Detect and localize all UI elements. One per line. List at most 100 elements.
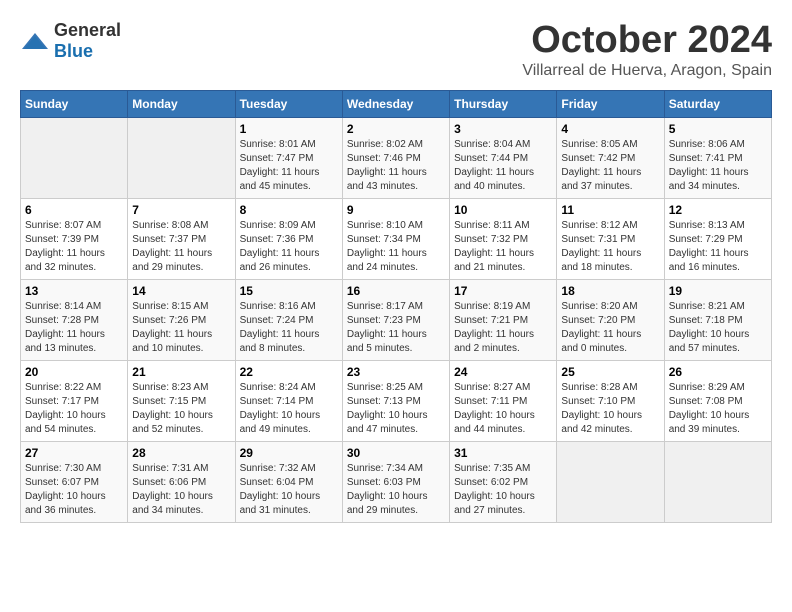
calendar-cell: 24 Sunrise: 8:27 AMSunset: 7:11 PMDayligh… xyxy=(450,360,557,441)
day-info: Sunrise: 8:17 AMSunset: 7:23 PMDaylight:… xyxy=(347,300,445,356)
calendar-cell: 5 Sunrise: 8:06 AMSunset: 7:41 PMDaylight… xyxy=(664,117,771,198)
day-number: 31 xyxy=(454,446,552,460)
calendar-cell: 3Sunrise: 8:04 AMSunset: 7:44 PMDaylight… xyxy=(450,117,557,198)
day-info: Sunrise: 8:22 AMSunset: 7:17 PMDaylight:… xyxy=(25,381,123,437)
day-number: 29 xyxy=(240,446,338,460)
calendar-cell xyxy=(21,117,128,198)
calendar-cell: 4Sunrise: 8:05 AMSunset: 7:42 PMDaylight… xyxy=(557,117,664,198)
calendar-body: 1 Sunrise: 8:01 AMSunset: 7:47 PMDaylight… xyxy=(21,117,772,522)
day-info: Sunrise: 7:34 AMSunset: 6:03 PMDaylight:… xyxy=(347,462,445,518)
calendar-cell: 12Sunrise: 8:13 AMSunset: 7:29 PMDayligh… xyxy=(664,198,771,279)
day-info: Sunrise: 7:31 AMSunset: 6:06 PMDaylight:… xyxy=(132,462,230,518)
logo-general-text: General xyxy=(54,20,121,40)
day-number: 23 xyxy=(347,365,445,379)
day-number: 1 xyxy=(240,122,338,136)
day-number: 10 xyxy=(454,203,552,217)
calendar-cell: 20 Sunrise: 8:22 AMSunset: 7:17 PMDayligh… xyxy=(21,360,128,441)
day-number: 20 xyxy=(25,365,123,379)
day-number: 8 xyxy=(240,203,338,217)
day-info: Sunrise: 8:14 AMSunset: 7:28 PMDaylight:… xyxy=(25,300,123,356)
weekday-header-monday: Monday xyxy=(128,90,235,117)
day-number: 2 xyxy=(347,122,445,136)
day-info: Sunrise: 8:16 AMSunset: 7:24 PMDaylight:… xyxy=(240,300,338,356)
day-number: 21 xyxy=(132,365,230,379)
day-info: Sunrise: 8:09 AMSunset: 7:36 PMDaylight:… xyxy=(240,219,338,275)
day-number: 22 xyxy=(240,365,338,379)
calendar-cell xyxy=(128,117,235,198)
day-number: 15 xyxy=(240,284,338,298)
day-number: 12 xyxy=(669,203,767,217)
calendar-cell: 25 Sunrise: 8:28 AMSunset: 7:10 PMDayligh… xyxy=(557,360,664,441)
calendar-cell: 23 Sunrise: 8:25 AMSunset: 7:13 PMDayligh… xyxy=(342,360,449,441)
weekday-header-thursday: Thursday xyxy=(450,90,557,117)
calendar-cell: 28 Sunrise: 7:31 AMSunset: 6:06 PMDayligh… xyxy=(128,441,235,522)
day-number: 5 xyxy=(669,122,767,136)
calendar-cell: 14 Sunrise: 8:15 AMSunset: 7:26 PMDayligh… xyxy=(128,279,235,360)
day-info: Sunrise: 8:25 AMSunset: 7:13 PMDaylight:… xyxy=(347,381,445,437)
day-number: 14 xyxy=(132,284,230,298)
day-number: 24 xyxy=(454,365,552,379)
weekday-header-saturday: Saturday xyxy=(664,90,771,117)
calendar-week-row: 1 Sunrise: 8:01 AMSunset: 7:47 PMDaylight… xyxy=(21,117,772,198)
day-info: Sunrise: 8:24 AMSunset: 7:14 PMDaylight:… xyxy=(240,381,338,437)
weekday-header-sunday: Sunday xyxy=(21,90,128,117)
weekday-header-tuesday: Tuesday xyxy=(235,90,342,117)
calendar-cell: 27Sunrise: 7:30 AMSunset: 6:07 PMDayligh… xyxy=(21,441,128,522)
calendar-table: SundayMondayTuesdayWednesdayThursdayFrid… xyxy=(20,90,772,523)
day-info: Sunrise: 8:21 AMSunset: 7:18 PMDaylight:… xyxy=(669,300,767,356)
calendar-cell: 21 Sunrise: 8:23 AMSunset: 7:15 PMDayligh… xyxy=(128,360,235,441)
day-info: Sunrise: 8:23 AMSunset: 7:15 PMDaylight:… xyxy=(132,381,230,437)
day-info: Sunrise: 7:32 AMSunset: 6:04 PMDaylight:… xyxy=(240,462,338,518)
day-info: Sunrise: 8:29 AMSunset: 7:08 PMDaylight:… xyxy=(669,381,767,437)
calendar-cell: 9 Sunrise: 8:10 AMSunset: 7:34 PMDaylight… xyxy=(342,198,449,279)
day-info: Sunrise: 8:28 AMSunset: 7:10 PMDaylight:… xyxy=(561,381,659,437)
day-number: 11 xyxy=(561,203,659,217)
day-info: Sunrise: 8:07 AMSunset: 7:39 PMDaylight:… xyxy=(25,219,123,275)
calendar-cell: 30 Sunrise: 7:34 AMSunset: 6:03 PMDayligh… xyxy=(342,441,449,522)
day-number: 17 xyxy=(454,284,552,298)
calendar-week-row: 6 Sunrise: 8:07 AMSunset: 7:39 PMDaylight… xyxy=(21,198,772,279)
calendar-cell: 10 Sunrise: 8:11 AMSunset: 7:32 PMDayligh… xyxy=(450,198,557,279)
calendar-header: SundayMondayTuesdayWednesdayThursdayFrid… xyxy=(21,90,772,117)
day-info: Sunrise: 8:10 AMSunset: 7:34 PMDaylight:… xyxy=(347,219,445,275)
day-info: Sunrise: 8:12 AMSunset: 7:31 PMDaylight:… xyxy=(561,219,659,275)
day-number: 9 xyxy=(347,203,445,217)
day-number: 19 xyxy=(669,284,767,298)
calendar-week-row: 27Sunrise: 7:30 AMSunset: 6:07 PMDayligh… xyxy=(21,441,772,522)
day-number: 25 xyxy=(561,365,659,379)
calendar-cell: 16Sunrise: 8:17 AMSunset: 7:23 PMDayligh… xyxy=(342,279,449,360)
calendar-cell: 6 Sunrise: 8:07 AMSunset: 7:39 PMDaylight… xyxy=(21,198,128,279)
day-info: Sunrise: 8:15 AMSunset: 7:26 PMDaylight:… xyxy=(132,300,230,356)
calendar-cell: 7 Sunrise: 8:08 AMSunset: 7:37 PMDaylight… xyxy=(128,198,235,279)
day-info: Sunrise: 7:35 AMSunset: 6:02 PMDaylight:… xyxy=(454,462,552,518)
day-info: Sunrise: 8:01 AMSunset: 7:47 PMDaylight:… xyxy=(240,138,338,194)
weekday-header-row: SundayMondayTuesdayWednesdayThursdayFrid… xyxy=(21,90,772,117)
weekday-header-wednesday: Wednesday xyxy=(342,90,449,117)
day-info: Sunrise: 8:04 AMSunset: 7:44 PMDaylight:… xyxy=(454,138,552,194)
day-info: Sunrise: 8:27 AMSunset: 7:11 PMDaylight:… xyxy=(454,381,552,437)
day-info: Sunrise: 8:11 AMSunset: 7:32 PMDaylight:… xyxy=(454,219,552,275)
day-info: Sunrise: 8:06 AMSunset: 7:41 PMDaylight:… xyxy=(669,138,767,194)
day-number: 18 xyxy=(561,284,659,298)
day-info: Sunrise: 8:08 AMSunset: 7:37 PMDaylight:… xyxy=(132,219,230,275)
day-number: 30 xyxy=(347,446,445,460)
title-area: October 2024 Villarreal de Huerva, Arago… xyxy=(522,20,772,80)
calendar-cell: 11 Sunrise: 8:12 AMSunset: 7:31 PMDayligh… xyxy=(557,198,664,279)
day-number: 7 xyxy=(132,203,230,217)
calendar-cell: 26Sunrise: 8:29 AMSunset: 7:08 PMDayligh… xyxy=(664,360,771,441)
day-info: Sunrise: 8:02 AMSunset: 7:46 PMDaylight:… xyxy=(347,138,445,194)
day-number: 4 xyxy=(561,122,659,136)
calendar-cell: 17 Sunrise: 8:19 AMSunset: 7:21 PMDayligh… xyxy=(450,279,557,360)
logo: General Blue xyxy=(20,20,121,62)
calendar-cell: 22 Sunrise: 8:24 AMSunset: 7:14 PMDayligh… xyxy=(235,360,342,441)
day-number: 28 xyxy=(132,446,230,460)
calendar-cell xyxy=(557,441,664,522)
calendar-cell: 15 Sunrise: 8:16 AMSunset: 7:24 PMDayligh… xyxy=(235,279,342,360)
day-info: Sunrise: 8:19 AMSunset: 7:21 PMDaylight:… xyxy=(454,300,552,356)
calendar-cell: 13Sunrise: 8:14 AMSunset: 7:28 PMDayligh… xyxy=(21,279,128,360)
weekday-header-friday: Friday xyxy=(557,90,664,117)
day-number: 6 xyxy=(25,203,123,217)
calendar-cell: 29 Sunrise: 7:32 AMSunset: 6:04 PMDayligh… xyxy=(235,441,342,522)
header: General Blue October 2024 Villarreal de … xyxy=(20,20,772,80)
location-title: Villarreal de Huerva, Aragon, Spain xyxy=(522,62,772,80)
